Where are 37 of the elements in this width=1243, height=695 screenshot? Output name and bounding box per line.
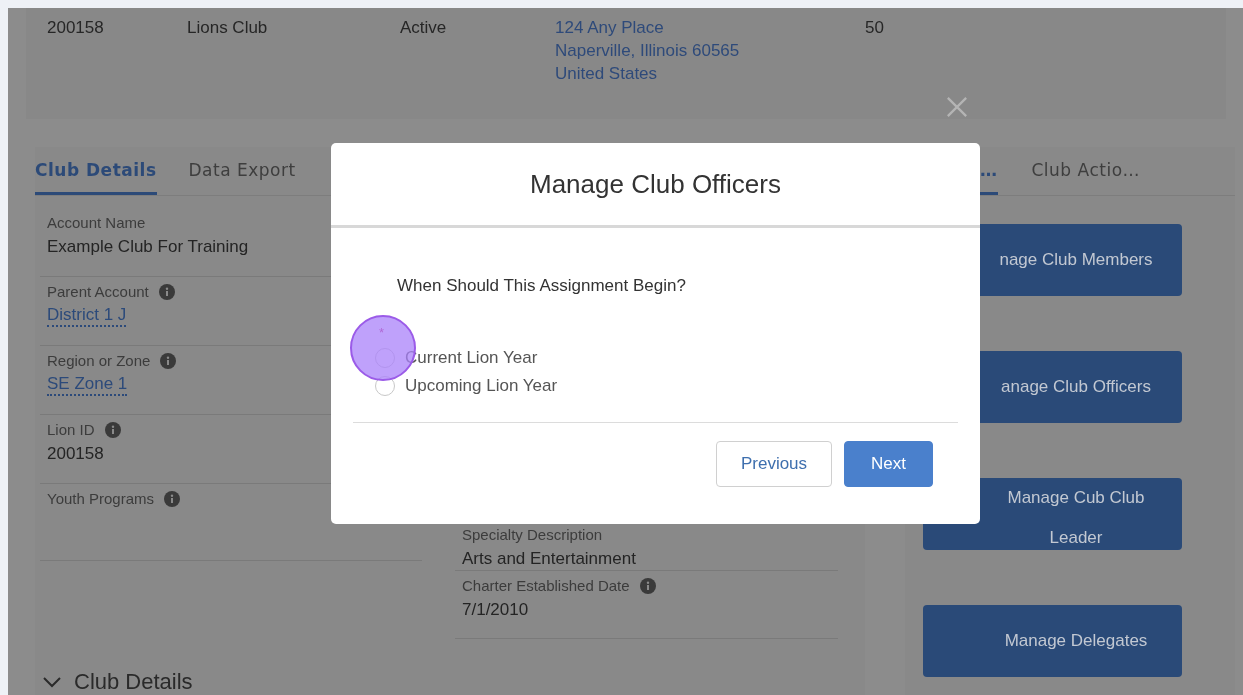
- action-button[interactable]: Manage Delegates: [923, 605, 1182, 677]
- info-icon[interactable]: [158, 283, 175, 300]
- section-title[interactable]: Club Details: [74, 669, 193, 695]
- previous-button[interactable]: Previous: [716, 441, 832, 487]
- required-mark: *: [379, 325, 385, 340]
- modal-title: Manage Club Officers: [530, 168, 781, 200]
- header-value: Lions Club: [187, 18, 269, 38]
- field-value: Arts and Entertainment: [462, 549, 636, 569]
- tab[interactable]: Data Export: [188, 147, 296, 195]
- field-label: Youth Programs: [47, 490, 154, 507]
- info-icon[interactable]: [639, 577, 656, 594]
- field-link[interactable]: District 1 J: [47, 306, 127, 327]
- address-link[interactable]: Naperville, Illinois 60565: [555, 41, 865, 61]
- field-value: Example Club For Training: [47, 237, 249, 257]
- radio-label[interactable]: Upcoming Lion Year: [405, 376, 558, 396]
- field-value: 7/1/2010: [462, 600, 529, 620]
- info-icon[interactable]: [164, 490, 180, 507]
- info-icon[interactable]: [104, 421, 121, 438]
- question-text: When Should This Assignment Begin?: [397, 276, 687, 296]
- field-label: Specialty Description: [462, 526, 603, 543]
- field-label: Charter Established Date: [462, 577, 630, 594]
- tab[interactable]: Club Actio…: [1031, 147, 1141, 195]
- address-link[interactable]: 124 Any Place: [555, 18, 865, 38]
- header-value: Active: [400, 18, 448, 38]
- info-icon[interactable]: [160, 352, 177, 369]
- field-label: Region or Zone: [47, 352, 151, 369]
- field-label: Account Name: [47, 214, 146, 231]
- chevron-icon[interactable]: [42, 676, 62, 688]
- next-button[interactable]: Next: [844, 441, 933, 487]
- header-value: 200158: [47, 18, 105, 38]
- address-link[interactable]: United States: [555, 64, 865, 84]
- tab[interactable]: Club Details: [35, 147, 157, 195]
- field-label: Parent Account: [47, 283, 149, 300]
- field-link[interactable]: SE Zone 1: [47, 375, 128, 396]
- header-value: 50: [865, 18, 884, 38]
- field-label: Lion ID: [47, 421, 95, 438]
- field-value: 200158: [47, 444, 104, 464]
